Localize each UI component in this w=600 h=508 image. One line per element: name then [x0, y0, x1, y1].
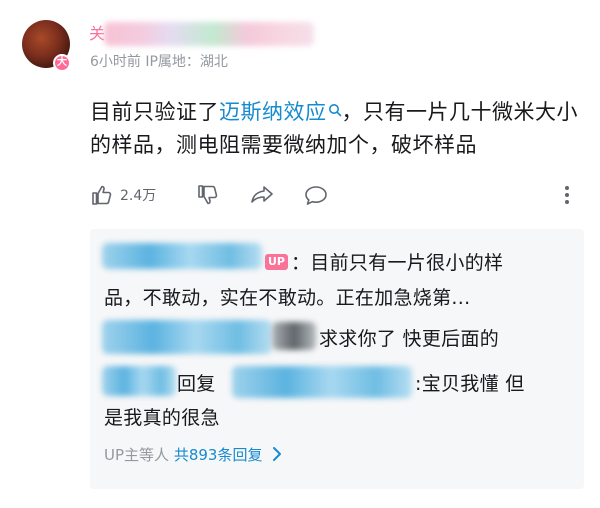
dislike-button[interactable]: [196, 182, 220, 208]
search-link-label: 迈斯纳效应: [219, 100, 327, 124]
reply-text: 品，不敢动，实在不敢动。正在加急烧第...: [104, 287, 471, 309]
reply-text: 求求你了 快更后面的: [319, 328, 500, 350]
comment-bubble-icon: [305, 186, 327, 205]
replies-count: 共893条回复: [173, 446, 263, 464]
comment-text: 目前只验证了迈斯纳效应 ，只有一片几十微米大小的样品，测电阻需要微纳加个，破坏样品: [90, 96, 590, 162]
reply-username-blurred: [102, 366, 176, 396]
chevron-right-icon: [273, 447, 282, 461]
reply-text: :宝贝我懂 但: [415, 373, 525, 395]
thumbs-down-icon: [198, 185, 218, 205]
like-button[interactable]: 2.4万: [90, 182, 156, 208]
reply-preview-box[interactable]: UP ：目前只有一片很小的样 品，不敢动，实在不敢动。正在加急烧第... 求求你…: [90, 229, 584, 489]
replies-summary-prefix: UP主等人: [104, 446, 170, 464]
comment-text-before: 目前只验证了: [90, 100, 219, 124]
replies-summary[interactable]: UP主等人 共893条回复: [104, 445, 283, 465]
reply-target-blurred: [232, 366, 412, 398]
reply-text: ：目前只有一片很小的样: [291, 252, 504, 274]
share-icon: [251, 186, 273, 203]
more-button[interactable]: [562, 182, 572, 208]
username[interactable]: 关: [89, 24, 105, 44]
reply-username-blurred: [102, 243, 262, 269]
comment-actions: 2.4万: [90, 182, 590, 208]
reply-word: 回复: [177, 373, 216, 395]
comment-meta: 6小时前 IP属地：湖北: [90, 54, 228, 70]
share-button[interactable]: [249, 182, 275, 208]
avatar-badge: 大: [53, 54, 71, 72]
more-vertical-icon: [565, 186, 569, 204]
search-link[interactable]: 迈斯纳效应: [219, 100, 342, 124]
reply-username-blurred: [102, 320, 272, 354]
thumbs-up-icon: [92, 185, 112, 205]
up-badge: UP: [265, 254, 288, 270]
like-count: 2.4万: [120, 188, 157, 204]
reply-button[interactable]: [303, 182, 329, 208]
search-icon: [328, 104, 341, 117]
reply-emoji-blurred: [272, 322, 316, 350]
username-blurred: [104, 22, 314, 46]
reply-text: 是我真的很急: [104, 407, 220, 429]
